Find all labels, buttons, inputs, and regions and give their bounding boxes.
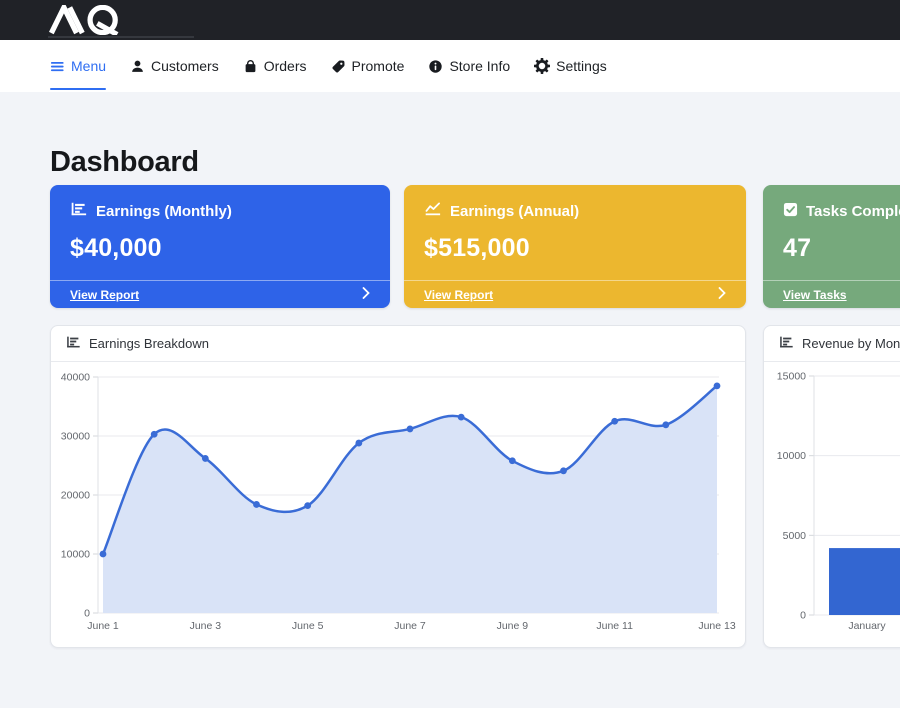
- bar-chart-icon: [66, 336, 81, 352]
- chevron-right-icon[interactable]: [718, 286, 726, 304]
- svg-text:30000: 30000: [61, 431, 90, 443]
- bar-chart-area: 0 5000 10000 15000 January: [764, 362, 900, 654]
- tag-icon: [331, 59, 346, 74]
- earnings-breakdown-card: Earnings Breakdown 0 10000 20000 30000 40000…: [50, 325, 746, 648]
- stat-card-footer: View Report: [404, 280, 746, 308]
- svg-text:June 9: June 9: [497, 620, 529, 632]
- stat-card-value: $515,000: [424, 234, 726, 263]
- nav-label: Customers: [151, 58, 219, 74]
- hamburger-icon: [50, 59, 65, 74]
- info-circle-icon: [428, 59, 443, 74]
- stat-card-earnings-monthly: Earnings (Monthly) $40,000 View Report: [50, 185, 390, 308]
- earnings-line-chart: 0 10000 20000 30000 40000 June 1 June 3 June 5 J…: [51, 362, 745, 649]
- main-navbar: Menu Customers Orders Promote Store Info: [0, 40, 900, 92]
- svg-text:15000: 15000: [777, 371, 806, 383]
- shopping-bag-icon: [243, 59, 258, 74]
- stat-card-earnings-annual: Earnings (Annual) $515,000 View Report: [404, 185, 746, 308]
- stat-card-footer: View Tasks: [763, 280, 900, 308]
- logo-underline: [48, 36, 194, 38]
- svg-text:5000: 5000: [783, 530, 807, 542]
- stat-card-footer: View Report: [50, 280, 390, 308]
- brand-logo-icon: [48, 5, 136, 35]
- svg-text:0: 0: [800, 610, 806, 622]
- nav-label: Menu: [71, 58, 106, 74]
- chart-title: Revenue by Month: [802, 336, 900, 351]
- view-tasks-link[interactable]: View Tasks: [783, 288, 847, 302]
- svg-text:20000: 20000: [61, 490, 90, 502]
- top-app-bar: [0, 0, 900, 40]
- nav-label: Promote: [352, 58, 405, 74]
- gear-icon: [534, 58, 550, 74]
- line-chart-area: 0 10000 20000 30000 40000 June 1 June 3 June 5 J…: [51, 362, 745, 654]
- nav-item-menu[interactable]: Menu: [50, 40, 106, 92]
- nav-item-settings[interactable]: Settings: [534, 40, 607, 92]
- chart-card-header: Revenue by Month: [764, 326, 900, 362]
- svg-text:June 3: June 3: [190, 620, 222, 632]
- nav-label: Settings: [556, 58, 607, 74]
- svg-text:0: 0: [84, 608, 90, 620]
- check-square-icon: [783, 202, 798, 221]
- stat-card-title: Tasks Completed: [806, 203, 900, 220]
- bar-chart-icon: [70, 202, 88, 221]
- stat-card-title: Earnings (Annual): [450, 203, 579, 220]
- dashboard-page: Menu Customers Orders Promote Store Info: [0, 0, 900, 708]
- bar-chart-icon: [779, 336, 794, 352]
- stat-card-title: Earnings (Monthly): [96, 203, 232, 220]
- nav-item-customers[interactable]: Customers: [130, 40, 219, 92]
- svg-text:10000: 10000: [777, 450, 806, 462]
- person-icon: [130, 59, 145, 74]
- chevron-right-icon[interactable]: [362, 286, 370, 304]
- nav-label: Orders: [264, 58, 307, 74]
- nav-item-store-info[interactable]: Store Info: [428, 40, 510, 92]
- chart-title: Earnings Breakdown: [89, 336, 209, 351]
- svg-text:June 13: June 13: [698, 620, 736, 632]
- view-report-link[interactable]: View Report: [70, 288, 139, 302]
- nav-label: Store Info: [449, 58, 510, 74]
- svg-text:June 5: June 5: [292, 620, 324, 632]
- svg-text:40000: 40000: [61, 372, 90, 384]
- stat-card-tasks-completed: Tasks Completed 47 View Tasks: [763, 185, 900, 308]
- line-chart-icon: [424, 202, 442, 221]
- revenue-by-month-card: Revenue by Month 0 5000 10000 15000 January: [763, 325, 900, 648]
- stat-card-value: $40,000: [70, 234, 370, 263]
- page-title: Dashboard: [50, 146, 199, 179]
- svg-text:10000: 10000: [61, 549, 90, 561]
- svg-text:June 1: June 1: [87, 620, 119, 632]
- revenue-bar-chart: 0 5000 10000 15000 January: [764, 362, 900, 649]
- view-report-link[interactable]: View Report: [424, 288, 493, 302]
- stat-card-value: 47: [783, 234, 900, 263]
- chart-card-header: Earnings Breakdown: [51, 326, 745, 362]
- svg-text:January: January: [848, 620, 886, 632]
- nav-item-orders[interactable]: Orders: [243, 40, 307, 92]
- svg-text:June 11: June 11: [596, 620, 633, 632]
- nav-item-promote[interactable]: Promote: [331, 40, 405, 92]
- svg-text:June 7: June 7: [394, 620, 426, 632]
